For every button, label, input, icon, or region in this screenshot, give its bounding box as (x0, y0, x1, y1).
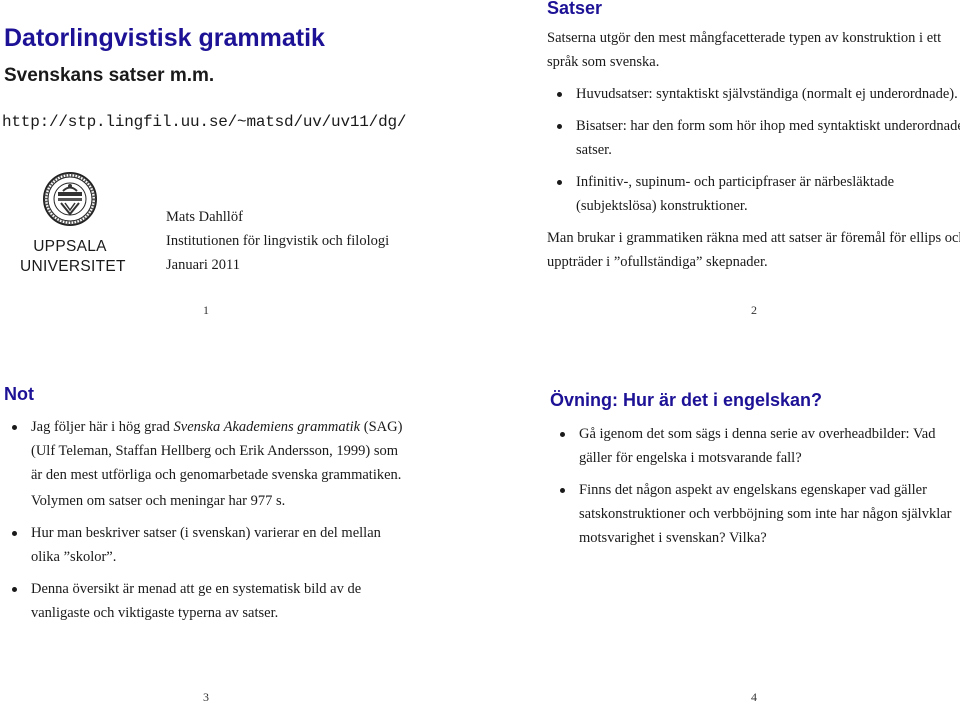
list-item: Bisatser: har den form som hör ihop med … (547, 114, 960, 162)
university-name: UPPSALA UNIVERSITET (20, 237, 126, 277)
date: Januari 2011 (166, 257, 240, 273)
slide-1: Datorlingvistisk grammatik Svenskans sat… (0, 0, 480, 351)
bullet-icon (12, 587, 17, 592)
uppsala-university-seal-icon (43, 172, 97, 226)
author-info: Mats Dahllöf Institutionen för lingvisti… (166, 205, 389, 277)
bullet-list: Huvudsatser: syntaktiskt självständiga (… (547, 82, 960, 218)
outro-paragraph: Man brukar i grammatiken räkna med att s… (547, 230, 960, 270)
slide-title: Satser (547, 0, 603, 18)
course-url-link[interactable]: http://stp.lingfil.uu.se/~matsd/uv/uv11/… (2, 113, 406, 131)
bullet-icon (557, 180, 562, 185)
slide-2: Satser Satserna utgör den mest mångfacet… (540, 0, 960, 351)
bullet-list: Jag följer här i hög grad Svenska Akadem… (2, 415, 412, 625)
university-name-line-2: UNIVERSITET (20, 258, 126, 275)
list-item: Denna översikt är menad att ge en system… (2, 577, 412, 625)
page-number: 1 (203, 303, 209, 317)
intro-paragraph: Satserna utgör den mest mångfacetterade … (547, 30, 942, 70)
document-subtitle: Svenskans satser m.m. (4, 65, 215, 86)
slide-title: Not (4, 384, 34, 404)
bullet-icon (560, 432, 565, 437)
university-logo: UPPSALA UNIVERSITET (20, 172, 126, 277)
list-item: Jag följer här i hög grad Svenska Akadem… (2, 415, 412, 487)
slide-body: Jag följer här i hög grad Svenska Akadem… (2, 415, 412, 633)
bullet-icon (557, 124, 562, 129)
document-title: Datorlingvistisk grammatik (4, 24, 325, 52)
list-item: Hur man beskriver satser (i svenskan) va… (2, 521, 412, 569)
bullet-list: Gå igenom det som sägs i denna serie av … (550, 422, 960, 550)
slide-body: Gå igenom det som sägs i denna serie av … (550, 422, 960, 558)
bullet-icon (12, 531, 17, 536)
book-title: Svenska Akademiens grammatik (173, 419, 361, 435)
list-item: Huvudsatser: syntaktiskt självständiga (… (547, 82, 960, 106)
slide-title: Övning: Hur är det i engelskan? (550, 390, 823, 410)
page-number: 2 (751, 303, 757, 317)
bullet-icon (557, 92, 562, 97)
list-item: Infinitiv-, supinum- och participfraser … (547, 170, 960, 218)
list-item: Gå igenom det som sägs i denna serie av … (550, 422, 960, 470)
list-item: Finns det någon aspekt av engelskans ege… (550, 478, 960, 550)
department-name: Institutionen för lingvistik och filolog… (166, 233, 390, 249)
university-name-line-1: UPPSALA (33, 238, 107, 255)
author-name: Mats Dahllöf (166, 209, 243, 225)
list-item-note: Volymen om satser och meningar har 977 s… (31, 493, 286, 509)
slide-body: Satserna utgör den mest mångfacetterade … (547, 26, 960, 282)
bullet-icon (560, 488, 565, 493)
slide-3: Not Jag följer här i hög grad Svenska Ak… (0, 352, 480, 704)
bullet-icon (12, 425, 17, 430)
slide-4: Övning: Hur är det i engelskan? Gå igeno… (540, 352, 960, 704)
